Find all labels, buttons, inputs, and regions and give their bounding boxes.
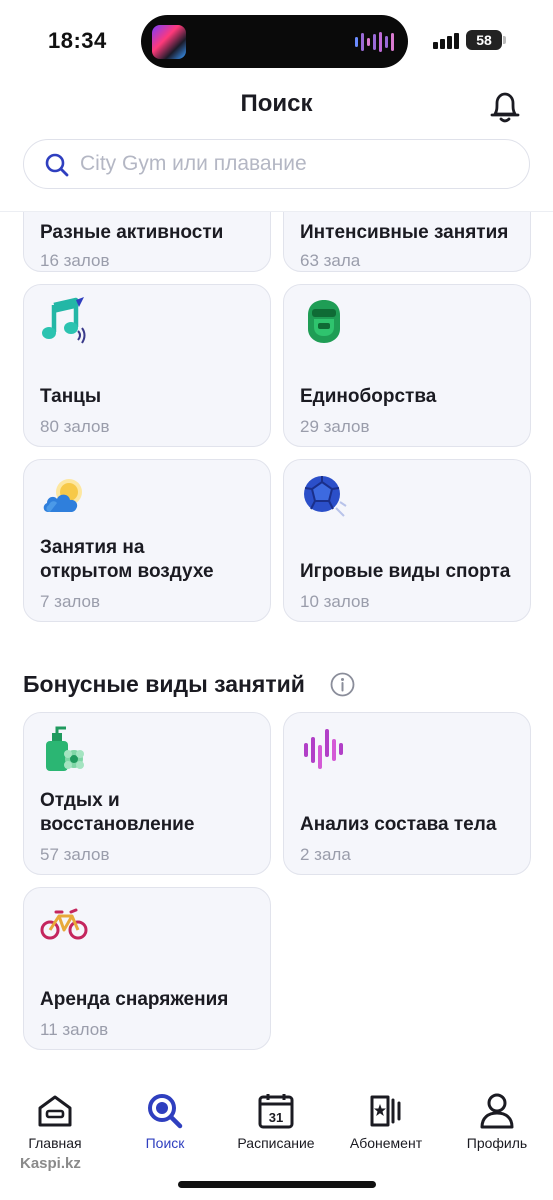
card-title-line: Отдых и — [40, 790, 120, 811]
card-count: 16 залов — [40, 251, 110, 270]
music-note-icon — [42, 297, 86, 344]
tab-label: Главная — [28, 1135, 82, 1151]
category-card-intensive[interactable]: Интенсивные занятия 63 зала — [283, 212, 531, 272]
tab-schedule[interactable]: 31 Расписание — [221, 1091, 331, 1151]
calendar-day: 31 — [269, 1110, 283, 1125]
now-playing-artwork — [152, 25, 186, 59]
tab-membership[interactable]: Абонемент — [331, 1091, 441, 1151]
card-count: 2 зала — [300, 845, 351, 864]
section-title: Бонусные виды занятий — [23, 671, 305, 697]
dynamic-island[interactable] — [141, 15, 408, 68]
tab-profile[interactable]: Профиль — [442, 1091, 552, 1151]
membership-card-icon — [370, 1095, 401, 1127]
status-time: 18:34 — [48, 28, 107, 53]
profile-icon — [480, 1093, 514, 1129]
card-count: 10 залов — [300, 592, 370, 611]
sun-cloud-icon — [43, 479, 82, 512]
boxing-helmet-icon — [308, 300, 340, 343]
card-title: Игровые виды спорта — [300, 561, 511, 582]
card-title: Интенсивные занятия — [300, 222, 509, 243]
card-title-line: Занятия на — [40, 537, 145, 558]
card-count: 7 залов — [40, 592, 101, 611]
audio-wave-icon — [355, 32, 394, 52]
page-title: Поиск — [240, 90, 313, 117]
tab-label: Профиль — [466, 1135, 528, 1151]
card-title: Разные активности — [40, 222, 224, 243]
bonus-card-recovery[interactable]: Отдых и восстановление 57 залов — [23, 712, 271, 875]
card-count: 29 залов — [300, 417, 370, 436]
battery-icon: 58 — [466, 30, 502, 50]
card-title-line: открытом воздухе — [40, 561, 214, 582]
home-icon — [38, 1095, 72, 1127]
signal-icon — [433, 33, 459, 49]
search-icon — [148, 1094, 183, 1129]
card-count: 80 залов — [40, 417, 110, 436]
category-card-activities[interactable]: Разные активности 16 залов — [23, 212, 271, 272]
category-card-dance[interactable]: Танцы 80 залов — [23, 284, 271, 447]
card-count: 57 залов — [40, 845, 110, 864]
tab-label: Поиск — [145, 1135, 185, 1151]
battery-level: 58 — [476, 32, 492, 48]
card-title: Анализ состава тела — [300, 814, 497, 835]
card-title-line: восстановление — [40, 814, 195, 835]
card-title: Единоборства — [300, 386, 437, 407]
card-count: 11 залов — [40, 1020, 109, 1039]
category-card-outdoor[interactable]: Занятия на открытом воздухе 7 залов — [23, 459, 271, 622]
tab-label: Абонемент — [349, 1135, 423, 1151]
search-input[interactable] — [80, 140, 500, 187]
bicycle-icon — [40, 908, 88, 940]
tab-search[interactable]: Поиск — [110, 1091, 220, 1151]
search-icon — [45, 153, 69, 177]
status-bar: 18:34 58 — [0, 0, 553, 80]
card-title: Аренда снаряжения — [40, 989, 229, 1010]
home-indicator — [178, 1181, 376, 1188]
info-icon[interactable] — [330, 672, 355, 697]
category-list[interactable]: Разные активности 16 залов Интенсивные з… — [0, 211, 553, 1073]
battery-cap — [503, 36, 506, 44]
watermark-logo: Kaspi.kz — [20, 1155, 81, 1172]
category-card-martial-arts[interactable]: Единоборства 29 залов — [283, 284, 531, 447]
card-title: Танцы — [40, 386, 102, 407]
spa-bottle-icon — [46, 726, 84, 771]
bell-icon[interactable] — [486, 88, 524, 126]
card-count: 63 зала — [300, 251, 361, 270]
tab-home[interactable]: Главная — [0, 1091, 110, 1151]
category-card-team-sports[interactable]: Игровые виды спорта 10 залов — [283, 459, 531, 622]
tab-label: Расписание — [237, 1135, 315, 1151]
search-bar[interactable] — [23, 139, 530, 189]
calendar-icon: 31 — [258, 1094, 294, 1129]
card-title: Занятия на открытом воздухе — [40, 536, 214, 584]
ball-icon — [304, 476, 347, 517]
bonus-card-body-analysis[interactable]: Анализ состава тела 2 зала — [283, 712, 531, 875]
bonus-card-equipment-rental[interactable]: Аренда снаряжения 11 залов — [23, 887, 271, 1050]
waveform-icon — [304, 729, 343, 769]
card-title: Отдых и восстановление — [40, 789, 194, 837]
